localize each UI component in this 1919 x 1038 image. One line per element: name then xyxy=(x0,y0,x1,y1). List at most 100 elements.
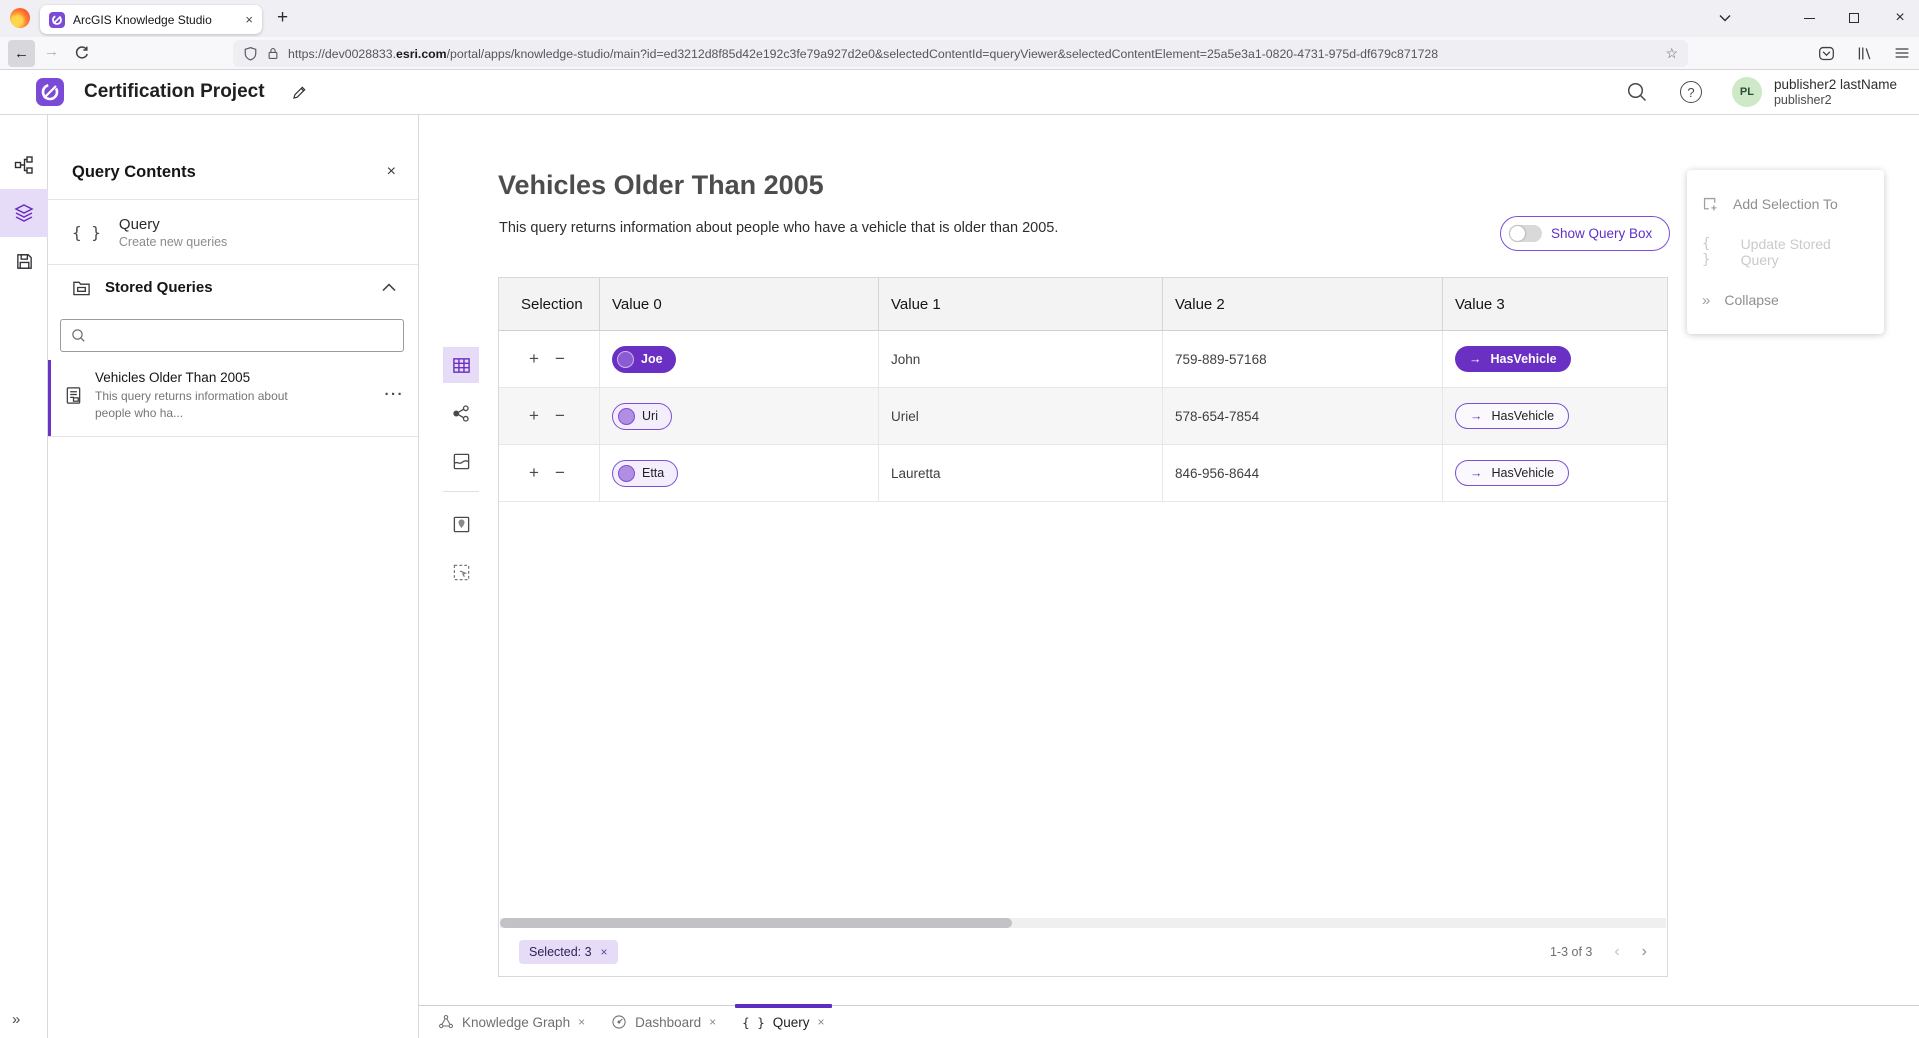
remove-from-selection-button[interactable]: − xyxy=(547,463,573,483)
library-icon[interactable] xyxy=(1856,45,1873,62)
entity-pill[interactable]: Uri xyxy=(612,403,672,430)
window-close-button[interactable]: × xyxy=(1887,6,1913,30)
arrow-right-icon: → xyxy=(1470,409,1483,423)
remove-from-selection-button[interactable]: − xyxy=(547,349,573,369)
stored-queries-header[interactable]: Stored Queries xyxy=(48,265,418,309)
stored-query-item[interactable]: Vehicles Older Than 2005 This query retu… xyxy=(48,360,418,437)
entity-label: Uri xyxy=(642,409,658,423)
entity-cell: Etta xyxy=(600,445,879,501)
selection-cell: +− xyxy=(499,388,600,444)
folder-icon xyxy=(72,278,91,297)
window-minimize-button[interactable] xyxy=(1796,6,1822,30)
bookmark-star-icon[interactable]: ☆ xyxy=(1665,45,1678,62)
pocket-icon[interactable] xyxy=(1818,45,1835,62)
avatar[interactable]: PL xyxy=(1732,77,1762,107)
help-icon[interactable]: ? xyxy=(1664,81,1718,103)
toggle-switch[interactable] xyxy=(1509,225,1542,242)
toggle-label: Show Query Box xyxy=(1551,226,1652,241)
add-to-map-view-icon[interactable] xyxy=(443,506,479,542)
search-input[interactable] xyxy=(94,328,393,343)
arrow-right-icon: → xyxy=(1470,466,1483,480)
add-to-selection-button[interactable]: + xyxy=(521,463,547,483)
more-options-icon[interactable]: ··· xyxy=(385,386,405,403)
tab-knowledge-graph[interactable]: Knowledge Graph × xyxy=(425,1006,598,1038)
add-to-selection-button[interactable]: + xyxy=(521,349,547,369)
clear-selection-icon[interactable]: × xyxy=(601,945,608,959)
next-page-icon[interactable]: › xyxy=(1642,944,1647,960)
panel-close-icon[interactable]: × xyxy=(387,164,396,180)
add-to-selection-button[interactable]: + xyxy=(521,406,547,426)
view-switcher xyxy=(443,347,479,602)
column-header[interactable]: Value 1 xyxy=(879,278,1163,330)
map-view-icon[interactable] xyxy=(443,443,479,479)
entity-dot-icon xyxy=(618,465,635,482)
relationship-pill[interactable]: →HasVehicle xyxy=(1455,460,1569,486)
menu-item-update-stored-query[interactable]: { } Update Stored Query xyxy=(1687,228,1884,276)
column-header[interactable]: Selection xyxy=(499,278,600,330)
tab-dashboard[interactable]: Dashboard × xyxy=(598,1006,729,1038)
expand-rail-icon[interactable]: » xyxy=(12,1011,20,1028)
firefox-logo-icon[interactable] xyxy=(10,8,30,28)
tab-query[interactable]: { } Query × xyxy=(729,1006,837,1038)
back-button[interactable]: ← xyxy=(8,40,35,67)
selection-context-menu: Add Selection To { } Update Stored Query… xyxy=(1687,170,1884,334)
sidebar-item-contents[interactable] xyxy=(0,189,48,237)
tab-close-icon[interactable]: × xyxy=(709,1016,716,1028)
search-icon xyxy=(71,328,86,343)
link-chart-view-icon[interactable] xyxy=(443,395,479,431)
hamburger-menu-icon[interactable] xyxy=(1894,45,1910,61)
table-view-icon[interactable] xyxy=(443,347,479,383)
list-tabs-icon[interactable] xyxy=(1712,6,1738,30)
entity-cell: Joe xyxy=(600,331,879,387)
query-item[interactable]: { } Query Create new queries xyxy=(48,200,418,265)
app-header: Certification Project ? PL publisher2 la… xyxy=(0,70,1919,115)
scrollbar-thumb[interactable] xyxy=(500,918,1012,928)
url-bar[interactable]: https://dev0028833.esri.com/portal/apps/… xyxy=(233,40,1688,67)
remove-from-selection-button[interactable]: − xyxy=(547,406,573,426)
forward-button[interactable]: → xyxy=(44,43,59,60)
knowledge-studio-logo-icon[interactable] xyxy=(36,78,64,106)
tab-close-icon[interactable]: × xyxy=(245,13,253,26)
entity-pill[interactable]: Joe xyxy=(612,346,676,373)
tab-title: ArcGIS Knowledge Studio xyxy=(73,13,237,27)
selection-tools-icon[interactable] xyxy=(443,554,479,590)
sidebar-item-data-model[interactable] xyxy=(0,141,48,189)
menu-item-collapse[interactable]: » Collapse xyxy=(1687,276,1884,324)
relationship-pill[interactable]: →HasVehicle xyxy=(1455,346,1571,372)
browser-tab[interactable]: ArcGIS Knowledge Studio × xyxy=(40,5,262,34)
entity-pill[interactable]: Etta xyxy=(612,460,678,487)
row-range-label: 1-3 of 3 xyxy=(1550,945,1592,959)
collapse-icon: » xyxy=(1702,292,1710,309)
horizontal-scrollbar[interactable] xyxy=(500,918,1666,928)
relationship-pill[interactable]: →HasVehicle xyxy=(1455,403,1569,429)
left-rail: » xyxy=(0,115,48,1038)
column-header[interactable]: Value 0 xyxy=(600,278,879,330)
reload-icon[interactable] xyxy=(74,45,90,61)
user-info[interactable]: publisher2 lastName publisher2 xyxy=(1774,77,1897,107)
shield-icon[interactable] xyxy=(243,46,258,62)
tab-close-icon[interactable]: × xyxy=(818,1016,825,1028)
sidebar-item-save[interactable] xyxy=(0,237,48,285)
lock-icon[interactable] xyxy=(266,46,280,61)
search-icon[interactable] xyxy=(1610,81,1664,103)
new-tab-button[interactable]: + xyxy=(277,7,288,29)
chevron-up-icon[interactable] xyxy=(382,283,396,292)
menu-item-add-selection-to[interactable]: Add Selection To xyxy=(1687,180,1884,228)
column-header[interactable]: Value 3 xyxy=(1443,278,1667,330)
window-maximize-button[interactable] xyxy=(1841,6,1867,30)
column-header[interactable]: Value 2 xyxy=(1163,278,1443,330)
table-row: +−JoeJohn759-889-57168→HasVehicle xyxy=(499,331,1667,388)
tab-label: Dashboard xyxy=(635,1015,701,1030)
braces-icon: { } xyxy=(72,223,101,242)
browser-tabstrip: ArcGIS Knowledge Studio × + × xyxy=(0,0,1919,37)
entity-label: Joe xyxy=(641,352,663,366)
selection-cell: +− xyxy=(499,331,600,387)
edit-pencil-icon[interactable] xyxy=(291,84,308,101)
stored-queries-search[interactable] xyxy=(60,319,404,352)
show-query-box-toggle[interactable]: Show Query Box xyxy=(1500,216,1670,251)
tab-close-icon[interactable]: × xyxy=(578,1016,585,1028)
previous-page-icon[interactable]: ‹ xyxy=(1614,944,1619,960)
table-footer: Selected: 3 × 1-3 of 3 ‹ › xyxy=(499,928,1667,976)
selected-count-chip[interactable]: Selected: 3 × xyxy=(519,940,618,964)
value-cell: 759-889-57168 xyxy=(1163,331,1443,387)
